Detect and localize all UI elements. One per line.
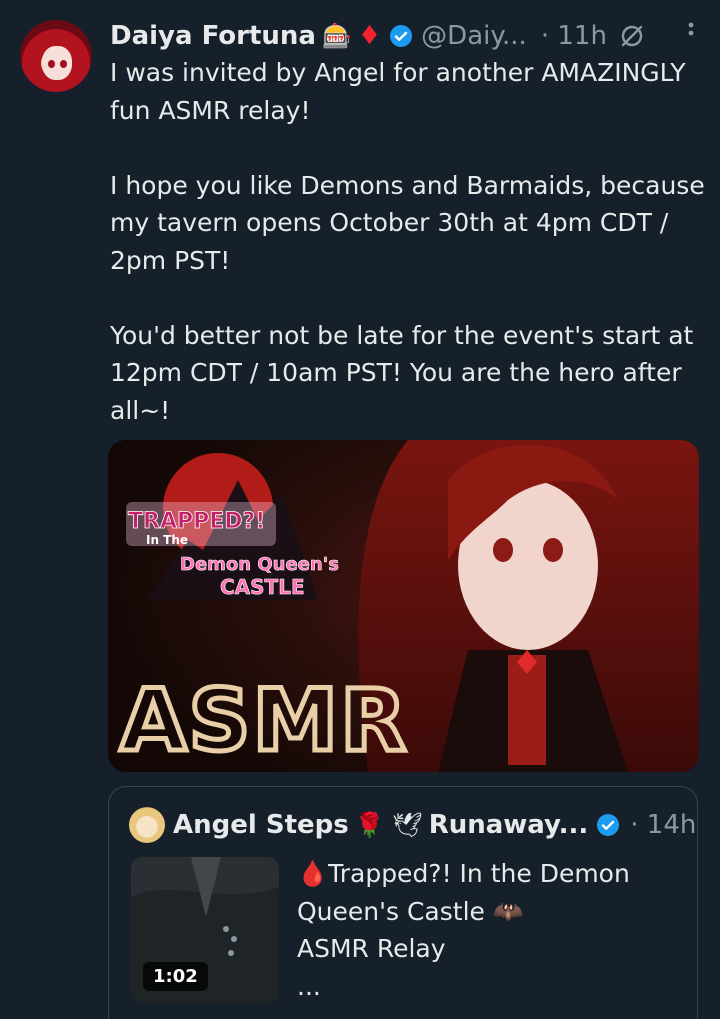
quoted-tweet[interactable]: Angel Steps 🌹 🕊 Runaway... · 14h 1:02 🩸T… (108, 786, 698, 1019)
quoted-tweet-text: 🩸Trapped?! In the Demon Queen's Castle 🦇… (297, 859, 630, 1001)
quoted-tweet-header: Angel Steps 🌹 🕊 Runaway... · 14h (129, 805, 696, 845)
quoted-author-name-suffix[interactable]: Runaway... (429, 810, 589, 840)
verified-badge-icon[interactable] (389, 24, 413, 48)
quoted-author-avatar[interactable] (129, 807, 165, 843)
tweet-header: Daiya Fortuna 🎰 ♦ @Daiy... · 11h (110, 16, 700, 56)
tweet-text: I was invited by Angel for another AMAZI… (110, 58, 705, 425)
tweet-timestamp[interactable]: · 11h (541, 21, 607, 51)
logo-line-3: Demon Queen's (180, 554, 339, 575)
tweet-media-image[interactable]: TRAPPED?! In The Demon Queen's CASTLE AS… (108, 440, 699, 772)
avatar-eye-right (60, 60, 67, 68)
quoted-author-name[interactable]: Angel Steps (173, 810, 349, 840)
quoted-verified-badge-icon[interactable] (596, 813, 620, 837)
edited-icon[interactable] (619, 23, 645, 49)
logo-line-2: In The (146, 533, 188, 547)
author-handle[interactable]: @Daiy... (421, 21, 527, 51)
video-duration: 1:02 (143, 962, 208, 991)
author-avatar[interactable] (20, 20, 92, 92)
logo-line-4: CASTLE (220, 575, 305, 599)
more-options-icon[interactable] (676, 6, 706, 36)
avatar-eye-left (48, 60, 55, 68)
author-display-name[interactable]: Daiya Fortuna (110, 21, 316, 51)
rose-dove-emoji: 🌹 🕊 (354, 811, 423, 839)
quoted-video-thumbnail[interactable]: 1:02 (131, 857, 279, 1003)
logo-line-1: TRAPPED?! (128, 509, 265, 534)
avatar-face (42, 46, 72, 80)
diamond-emoji: ♦ (357, 21, 382, 51)
tweet[interactable]: Daiya Fortuna 🎰 ♦ @Daiy... · 11h I was i… (0, 0, 720, 1019)
asmr-title: ASMR (120, 671, 408, 771)
media-artwork: TRAPPED?! In The Demon Queen's CASTLE AS… (108, 440, 699, 772)
quoted-tweet-timestamp[interactable]: · 14h (630, 810, 696, 840)
slot-machine-emoji: 🎰 (321, 22, 352, 50)
